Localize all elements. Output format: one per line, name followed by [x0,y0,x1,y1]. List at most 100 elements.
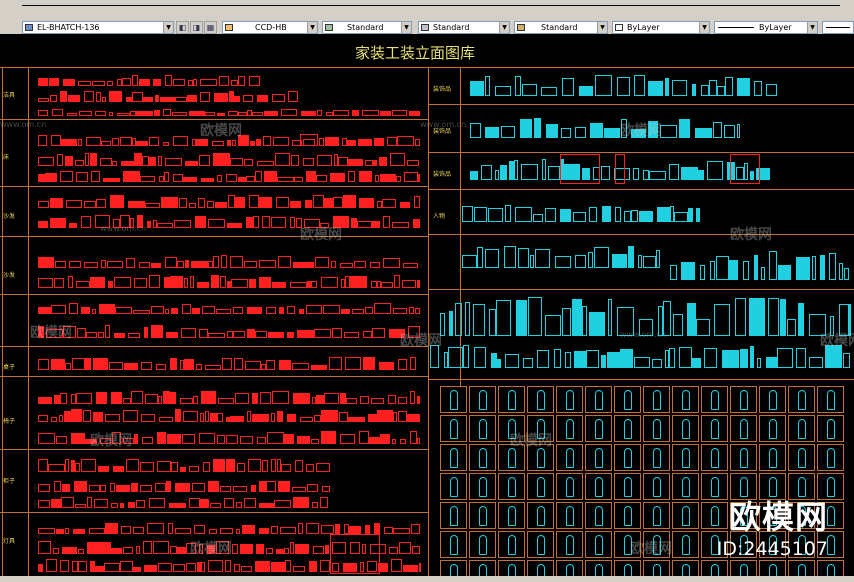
cad-block [291,155,299,166]
cad-block [96,392,107,404]
cad-block [71,409,82,422]
cad-block [541,87,557,96]
cad-block [166,481,171,492]
cad-block [589,207,597,222]
cad-block [170,546,177,554]
cad-block [242,525,255,534]
cad-block [158,563,172,572]
cad-block [163,142,169,146]
people-grid-cell [498,531,525,558]
cad-block [692,84,696,96]
cad-block [38,110,48,116]
people-grid-cell [817,415,844,442]
person-figure-icon [479,535,487,555]
cad-block [393,412,397,422]
cad-block [245,361,261,370]
cad-block [276,549,284,554]
cad-block [217,113,225,116]
person-figure-icon [450,535,458,555]
people-grid-cell [585,415,612,442]
people-grid-cell [585,531,612,558]
cad-block [199,155,210,166]
cad-block [51,305,66,314]
cad-block [287,332,294,338]
cad-block [266,481,276,492]
cad-block [105,414,120,422]
cad-block [317,110,322,116]
cad-block [338,157,348,166]
cad-block [290,282,307,288]
cad-block [45,173,57,182]
cad-block [262,216,270,228]
cad-block [465,302,470,336]
people-grid-cell [556,415,583,442]
cad-block [349,526,361,534]
cad-block [777,348,793,368]
color-combo[interactable]: ByLayer ▼ [612,21,710,34]
cad-block [136,141,148,146]
cad-block [271,413,275,422]
cad-block [180,398,193,404]
cad-block [189,498,200,508]
chevron-down-icon[interactable]: ▼ [597,22,607,33]
cad-block [287,306,295,314]
cad-block [384,527,393,534]
cad-block [167,434,181,444]
person-figure-icon [479,506,487,526]
cad-block [144,327,148,338]
cad-block [277,177,294,182]
cad-block [136,111,153,116]
person-figure-icon [682,390,690,410]
chevron-down-icon[interactable]: ▼ [163,22,173,33]
person-figure-icon [769,448,777,468]
cad-block [415,308,420,314]
cad-block [533,214,543,222]
layer-match-icon[interactable]: ▦ [204,21,217,34]
cad-block [648,81,663,96]
textstyle-combo[interactable]: CCD-HB ▼ [222,21,318,34]
tablestyle-combo[interactable]: Standard ▼ [418,21,510,34]
cad-block [50,198,63,208]
cad-block [109,91,122,102]
cad-block [382,199,396,208]
cad-block [149,137,159,146]
layer-combo[interactable]: EL-BHATCH-136 ▼ [22,21,174,34]
person-figure-icon [682,535,690,555]
cad-block [305,200,312,208]
cad-block [100,485,106,492]
people-grid-cell [643,444,670,471]
layer-state-icon[interactable]: ◧ [176,21,189,34]
cad-block [173,174,183,182]
cad-block [516,300,527,336]
layer-previous-icon[interactable]: ◨ [190,21,203,34]
cad-block [292,487,306,492]
linetype-combo[interactable]: ByLayer ▼ [714,21,818,34]
mleaderstyle-combo[interactable]: Standard ▼ [514,21,608,34]
chevron-down-icon[interactable]: ▼ [807,22,817,33]
cad-block [414,196,420,208]
chevron-down-icon[interactable]: ▼ [401,22,411,33]
cad-block [143,97,153,102]
watermark-url: www.om.cn [100,224,147,233]
dimstyle-combo[interactable]: Standard ▼ [322,21,412,34]
drawing-canvas[interactable]: 家装工装立面图库 洁具 床 沙发 沙发 桌子 椅子 柜子 灯具 装饰品 装饰品 … [0,34,854,582]
chevron-down-icon[interactable]: ▼ [499,22,509,33]
lineweight-combo[interactable] [822,21,854,34]
row-divider [0,186,428,187]
cad-block [244,159,253,166]
cad-block [389,547,398,554]
cad-block [392,439,396,444]
cad-block [554,349,561,368]
chevron-down-icon[interactable]: ▼ [699,22,709,33]
cad-block [266,360,275,370]
people-grid-cell [672,386,699,413]
cad-block [203,462,210,472]
cad-block [259,277,271,288]
cad-block [51,499,61,508]
chevron-down-icon[interactable]: ▼ [307,22,317,33]
person-figure-icon [769,419,777,439]
people-grid-cell [527,502,554,529]
cad-block [247,307,262,314]
cad-block [175,97,187,102]
cad-block [128,333,140,338]
